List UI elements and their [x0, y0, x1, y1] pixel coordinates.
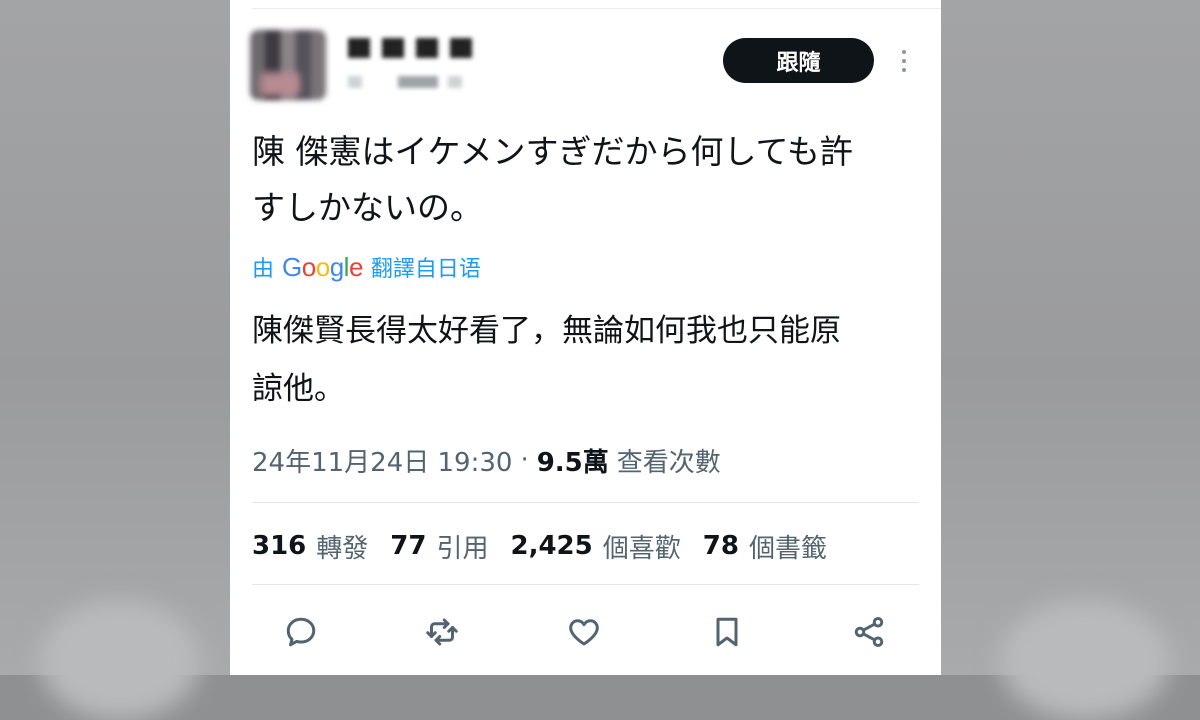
- stat-count: 77: [390, 531, 427, 561]
- translated-by-suffix: 翻譯自日语: [370, 257, 481, 282]
- tweet-card: 跟隨 陳 傑憲はイケメンすぎだから何しても許 すしかないの。 由 Google …: [230, 0, 941, 675]
- stat-retweets[interactable]: 316 轉發: [252, 528, 368, 565]
- background-right: [940, 0, 1200, 720]
- follow-button[interactable]: 跟隨: [723, 38, 874, 83]
- translated-by-prefix: 由: [252, 257, 275, 282]
- stat-likes[interactable]: 2,425 個喜歡: [511, 528, 681, 565]
- more-vertical-icon[interactable]: [894, 46, 914, 76]
- bookmark-icon[interactable]: [707, 612, 747, 652]
- divider: [252, 584, 919, 585]
- share-icon[interactable]: [849, 612, 889, 652]
- views-count: 9.5萬: [536, 447, 609, 478]
- stat-label: 個喜歡: [602, 533, 681, 564]
- stat-label: 轉發: [316, 533, 369, 564]
- background-left: [0, 0, 230, 720]
- tweet-text-line: すしかないの。: [252, 188, 483, 227]
- separator: ·: [520, 445, 529, 475]
- handle-blurred[interactable]: [348, 76, 498, 88]
- stat-label: 個書籤: [748, 533, 827, 564]
- retweet-icon[interactable]: [422, 612, 462, 652]
- translated-text: 陳傑賢長得太好看了，無論如何我也只能原 諒他。: [252, 302, 922, 418]
- stat-quotes[interactable]: 77 引用: [390, 528, 488, 565]
- stat-count: 2,425: [510, 531, 593, 561]
- stat-count: 78: [702, 531, 739, 561]
- action-bar: [230, 608, 941, 652]
- stat-count: 316: [252, 531, 307, 561]
- tweet-text: 陳 傑憲はイケメンすぎだから何しても許 すしかないの。: [252, 124, 902, 236]
- engagement-stats: 316 轉發 77 引用 2,425 個喜歡 78 個書籤: [252, 528, 849, 564]
- background-blur: [40, 600, 200, 720]
- stat-bookmarks[interactable]: 78 個書籤: [703, 528, 827, 565]
- reply-icon[interactable]: [281, 612, 321, 652]
- translated-text-line: 諒他。: [252, 371, 345, 407]
- avatar-detail: [260, 72, 300, 96]
- translated-text-line: 陳傑賢長得太好看了，無論如何我也只能原: [252, 313, 841, 349]
- google-logo: Google: [282, 251, 363, 282]
- timestamp[interactable]: 24年11月24日 19:30: [252, 442, 512, 479]
- like-icon[interactable]: [564, 612, 604, 652]
- divider: [252, 502, 919, 503]
- stat-label: 引用: [436, 533, 489, 564]
- views-label: 查看次數: [616, 447, 721, 478]
- divider: [252, 8, 941, 9]
- tweet-text-line: 陳 傑憲はイケメンすぎだから何しても許: [252, 132, 853, 171]
- background-blur: [1000, 600, 1170, 720]
- display-name-blurred[interactable]: [348, 38, 478, 58]
- translated-by[interactable]: 由 Google 翻譯自日语: [252, 250, 481, 284]
- tweet-meta: 24年11月24日 19:30 · 9.5萬 查看次數: [252, 442, 721, 478]
